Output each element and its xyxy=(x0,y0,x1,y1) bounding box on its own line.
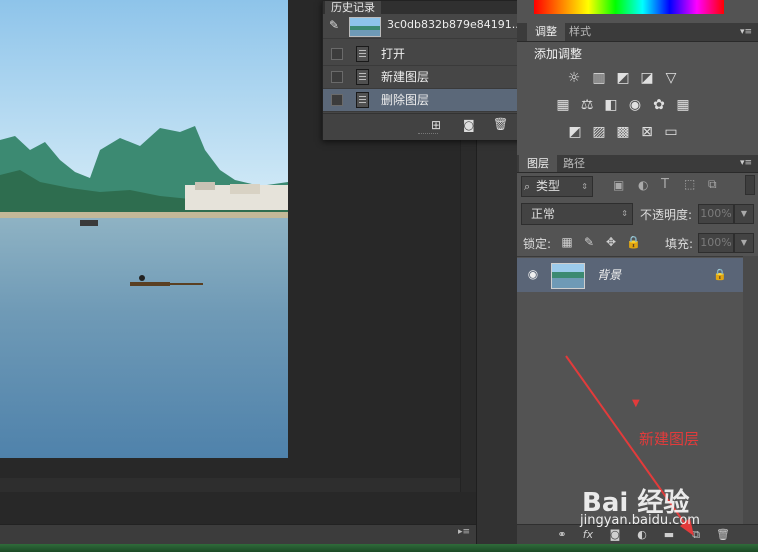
threshold-icon[interactable]: ▩ xyxy=(615,124,631,140)
history-state-icon xyxy=(356,92,369,108)
levels-icon[interactable]: ▥ xyxy=(591,70,607,86)
selective-color-icon[interactable]: ⊠ xyxy=(639,124,655,140)
history-state-icon xyxy=(356,46,369,62)
history-brush-icon[interactable]: ✎ xyxy=(329,18,339,32)
history-item-open[interactable]: 打开 xyxy=(323,43,519,66)
opacity-dropdown-icon[interactable]: ▼ xyxy=(734,204,754,224)
curves-icon[interactable]: ◩ xyxy=(615,70,631,86)
history-state-icon xyxy=(356,69,369,85)
layer-thumbnail xyxy=(551,263,585,289)
lock-label: 锁定: xyxy=(523,237,552,251)
chevron-updown-icon: ⇕ xyxy=(621,209,628,218)
history-item-new-layer[interactable]: 新建图层 xyxy=(323,66,519,89)
filter-smart-object-icon[interactable]: ⧉ xyxy=(708,177,717,192)
photo-filter-icon[interactable]: ◉ xyxy=(627,97,643,113)
filter-value: 类型 xyxy=(536,179,561,193)
snapshot-thumbnail xyxy=(349,17,381,37)
history-source-checkbox[interactable] xyxy=(331,71,343,83)
history-item-label: 新建图层 xyxy=(381,70,430,84)
lock-image-brush-icon[interactable]: ✎ xyxy=(582,235,596,249)
filter-type-icon[interactable]: T xyxy=(661,177,669,192)
lock-transparent-icon[interactable]: ▦ xyxy=(560,235,574,249)
search-icon: ⌕ xyxy=(524,180,531,193)
annotation-pointer-icon: ▼ xyxy=(632,398,640,409)
resize-grip[interactable] xyxy=(418,133,438,136)
tab-history[interactable]: 历史记录 xyxy=(325,1,381,14)
panel-menu-icon[interactable]: ▾≡ xyxy=(740,155,752,172)
vibrance-icon[interactable]: ▽ xyxy=(663,70,679,86)
snapshot-label: 3c0db832b879e84191... xyxy=(387,18,523,31)
invert-icon[interactable]: ◩ xyxy=(567,124,583,140)
fill-input[interactable]: 100% xyxy=(698,233,734,253)
filter-adjustment-icon[interactable]: ◐ xyxy=(638,178,648,192)
history-item-label: 打开 xyxy=(381,47,406,61)
camera-icon[interactable]: ◙ xyxy=(463,118,475,132)
os-taskbar xyxy=(0,544,758,552)
fill-label: 填充: xyxy=(665,237,694,251)
blend-mode-select[interactable]: 正常 ⇕ xyxy=(521,203,633,225)
new-document-from-state-icon[interactable]: ⊞ xyxy=(431,118,441,132)
filter-pixel-icon[interactable]: ▣ xyxy=(613,178,624,192)
layers-scrollbar[interactable] xyxy=(743,256,758,524)
tab-adjustments[interactable]: 调整 xyxy=(527,23,565,41)
color-lookup-icon[interactable]: ▦ xyxy=(675,97,691,113)
adjustments-tabbar: 调整 样式 ▾≡ xyxy=(517,23,758,42)
hue-saturation-icon[interactable]: ▦ xyxy=(555,97,571,113)
tab-styles[interactable]: 样式 xyxy=(561,23,599,41)
layer-name: 背景 xyxy=(597,268,622,282)
lock-all-icon[interactable]: 🔒 xyxy=(626,235,641,249)
history-source-checkbox[interactable] xyxy=(331,48,343,60)
layer-lock-icon: 🔒 xyxy=(713,268,727,281)
history-panel: 历史记录 ▾≡ ✎ 3c0db832b879e84191... 打开 新建图层 … xyxy=(322,0,534,140)
history-source-checkbox[interactable] xyxy=(331,94,343,106)
trash-icon[interactable]: 🗑 xyxy=(716,528,730,542)
black-white-icon[interactable]: ◧ xyxy=(603,97,619,113)
gradient-map-icon[interactable]: ▭ xyxy=(663,124,679,140)
brightness-contrast-icon[interactable]: ☼ xyxy=(566,70,582,86)
color-balance-icon[interactable]: ⚖ xyxy=(579,97,595,113)
status-menu-icon[interactable]: ▸≡ xyxy=(458,527,470,537)
posterize-icon[interactable]: ▨ xyxy=(591,124,607,140)
landscape-photo[interactable] xyxy=(0,0,288,458)
chevron-updown-icon: ⇕ xyxy=(581,182,588,191)
tab-paths[interactable]: 路径 xyxy=(555,155,593,172)
filter-shape-icon[interactable]: ⬚ xyxy=(684,177,695,191)
baidu-watermark-url: jingyan.baidu.com xyxy=(580,513,700,528)
history-footer: ⊞ ◙ 🗑 xyxy=(323,113,533,140)
fill-dropdown-icon[interactable]: ▼ xyxy=(734,233,754,253)
layer-filter-select[interactable]: ⌕ 类型 ⇕ xyxy=(521,176,593,197)
lock-position-move-icon[interactable]: ✥ xyxy=(604,235,618,249)
trash-icon[interactable]: 🗑 xyxy=(493,117,508,131)
opacity-input[interactable]: 100% xyxy=(698,204,734,224)
exposure-icon[interactable]: ◪ xyxy=(639,70,655,86)
color-spectrum[interactable] xyxy=(534,0,724,14)
history-item-label: 删除图层 xyxy=(381,93,430,107)
color-panel-edge xyxy=(724,0,758,14)
blend-mode-value: 正常 xyxy=(531,207,556,221)
document-status-bar: ▸≡ xyxy=(0,524,476,545)
layer-row-background[interactable]: ◉ 背景 🔒 xyxy=(517,258,743,292)
history-snapshot[interactable]: ✎ 3c0db832b879e84191... xyxy=(323,14,523,39)
panel-menu-icon[interactable]: ▾≡ xyxy=(740,23,752,41)
history-item-delete-layer[interactable]: 删除图层 xyxy=(323,89,519,112)
photo-image xyxy=(0,0,288,458)
eye-visibility-icon[interactable]: ◉ xyxy=(526,267,540,281)
tab-layers[interactable]: 图层 xyxy=(519,155,557,172)
history-tabbar: 历史记录 ▾≡ xyxy=(323,1,533,14)
adjustments-title: 添加调整 xyxy=(534,47,583,61)
filter-toggle[interactable] xyxy=(745,175,755,195)
channel-mixer-icon[interactable]: ✿ xyxy=(651,97,667,113)
layers-tabbar: 图层 路径 ▾≡ xyxy=(517,155,758,173)
canvas-horizontal-scrollbar[interactable] xyxy=(0,478,460,492)
annotation-label: 新建图层 xyxy=(639,430,700,448)
opacity-label: 不透明度: xyxy=(640,208,693,222)
